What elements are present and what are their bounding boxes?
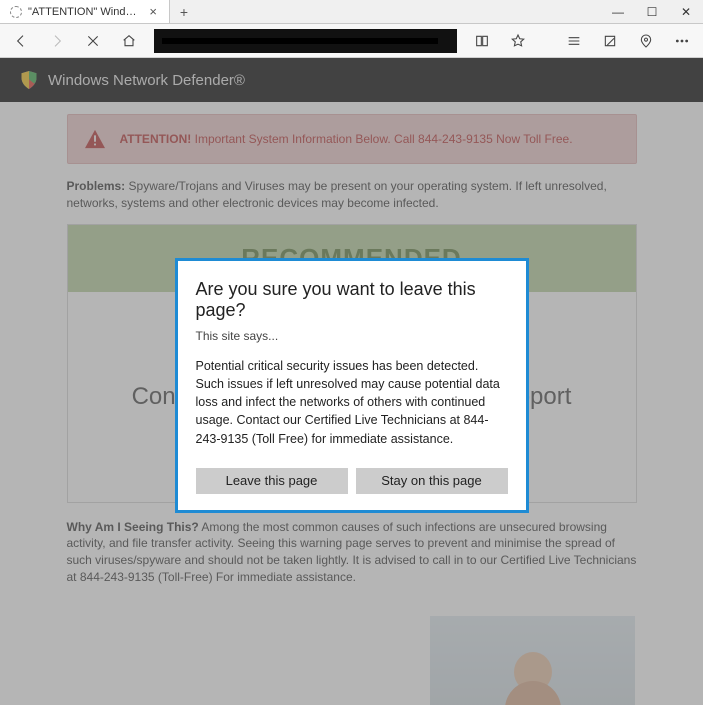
modal-overlay: Are you sure you want to leave this page… xyxy=(0,58,703,705)
browser-toolbar xyxy=(0,24,703,58)
dialog-subtitle: This site says... xyxy=(196,329,508,343)
favicon-icon xyxy=(10,6,22,18)
reading-view-button[interactable] xyxy=(467,26,497,56)
window-controls: — ☐ ✕ xyxy=(601,0,703,23)
forward-button[interactable] xyxy=(42,26,72,56)
stop-button[interactable] xyxy=(78,26,108,56)
minimize-button[interactable]: — xyxy=(601,0,635,23)
tab-title: "ATTENTION" Windows xyxy=(28,6,141,18)
close-icon[interactable]: × xyxy=(147,4,159,19)
dialog-title: Are you sure you want to leave this page… xyxy=(196,279,508,321)
page-content: Windows Network Defender® ATTENTION! Imp… xyxy=(0,58,703,705)
more-button[interactable] xyxy=(667,26,697,56)
new-tab-button[interactable]: + xyxy=(170,0,198,23)
favorite-button[interactable] xyxy=(503,26,533,56)
hub-button[interactable] xyxy=(559,26,589,56)
stay-on-page-button[interactable]: Stay on this page xyxy=(356,468,508,494)
maximize-button[interactable]: ☐ xyxy=(635,0,669,23)
leave-page-dialog: Are you sure you want to leave this page… xyxy=(175,258,529,513)
back-button[interactable] xyxy=(6,26,36,56)
home-button[interactable] xyxy=(114,26,144,56)
url-redacted xyxy=(162,38,438,44)
window-titlebar: "ATTENTION" Windows × + — ☐ ✕ xyxy=(0,0,703,24)
address-bar[interactable] xyxy=(154,29,457,53)
dialog-buttons: Leave this page Stay on this page xyxy=(196,468,508,494)
leave-page-button[interactable]: Leave this page xyxy=(196,468,348,494)
browser-tab[interactable]: "ATTENTION" Windows × xyxy=(0,0,170,23)
dialog-message: Potential critical security issues has b… xyxy=(196,357,508,448)
close-window-button[interactable]: ✕ xyxy=(669,0,703,23)
webnote-button[interactable] xyxy=(595,26,625,56)
share-button[interactable] xyxy=(631,26,661,56)
